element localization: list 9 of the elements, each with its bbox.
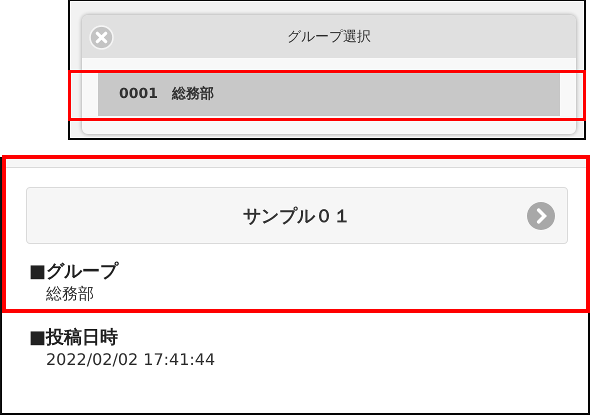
field-value: 2022/02/02 17:41:44	[45, 349, 216, 371]
dialog-title: グループ選択	[287, 28, 371, 46]
field-value: 総務部	[45, 283, 95, 305]
close-icon[interactable]	[89, 25, 114, 50]
chevron-right-icon	[527, 202, 555, 230]
field-label: ■グループ	[29, 261, 120, 283]
item-title-button[interactable]: サンプル０１	[26, 187, 568, 244]
group-list-item[interactable]: 0001 総務部	[98, 73, 560, 116]
field-label: ■投稿日時	[29, 327, 120, 349]
